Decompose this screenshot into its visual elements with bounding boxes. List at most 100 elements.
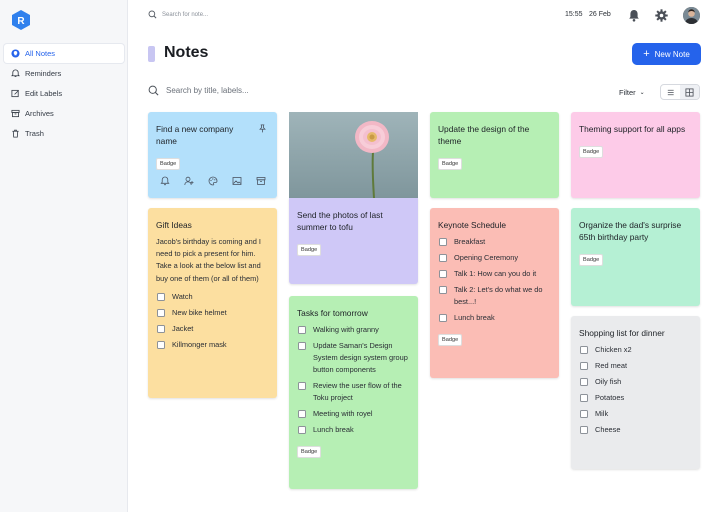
checklist-item[interactable]: Watch <box>156 291 269 303</box>
checklist-item[interactable]: Cheese <box>579 424 692 436</box>
reminder-bell-icon[interactable] <box>160 176 170 186</box>
checklist-item-label: Meeting with royel <box>313 409 373 418</box>
sidebar-item-label: Trash <box>25 129 44 138</box>
checkbox[interactable] <box>580 426 588 434</box>
checklist-item[interactable]: Chicken x2 <box>579 344 692 356</box>
top-search-input[interactable]: Search for note... <box>162 12 208 18</box>
bell-icon <box>10 69 20 79</box>
checklist-item-label: Watch <box>172 291 193 301</box>
checkbox[interactable] <box>157 308 165 317</box>
checkbox[interactable] <box>298 382 306 390</box>
note-title: Shopping list for dinner <box>579 328 665 338</box>
pin-icon[interactable] <box>258 124 267 133</box>
checkbox[interactable] <box>439 238 447 246</box>
sidebar: R All Notes Reminders Edit Labels Archiv… <box>0 0 128 512</box>
archive-icon[interactable] <box>256 176 266 186</box>
plus-icon: + <box>643 47 650 60</box>
title-accent-bar <box>148 46 155 62</box>
checklist-item[interactable]: Update Saman's Design System design syst… <box>297 340 410 376</box>
note-card[interactable]: Theming support for all apps Badge <box>571 112 700 198</box>
checkbox[interactable] <box>157 292 165 301</box>
checklist-item-label: Red meat <box>595 361 628 370</box>
top-search[interactable]: Search for note... <box>148 10 208 19</box>
checklist-item[interactable]: Lunch break <box>438 312 551 324</box>
checkbox[interactable] <box>580 410 588 418</box>
note-card[interactable]: Tasks for tomorrow Walking with granny U… <box>289 296 418 489</box>
new-note-button[interactable]: + New Note <box>632 43 701 65</box>
checklist-item[interactable]: Red meat <box>579 360 692 372</box>
checkbox[interactable] <box>580 362 588 370</box>
checkbox[interactable] <box>439 254 447 262</box>
app-logo-icon[interactable]: R <box>10 9 32 31</box>
checklist-item[interactable]: Potatoes <box>579 392 692 404</box>
checklist-item-label: Chicken x2 <box>595 345 632 354</box>
sidebar-item-label: Reminders <box>25 69 62 78</box>
checkbox[interactable] <box>157 324 165 333</box>
checkbox[interactable] <box>298 326 306 334</box>
notes-search[interactable]: Search by title, labels... <box>148 85 249 96</box>
checkbox[interactable] <box>580 378 588 386</box>
notes-search-input[interactable]: Search by title, labels... <box>166 86 249 95</box>
note-card[interactable]: Shopping list for dinner Chicken x2 Red … <box>571 316 700 469</box>
note-title: Tasks for tomorrow <box>297 308 368 318</box>
note-card[interactable]: Find a new company name Badge <box>148 112 277 198</box>
sidebar-item-all-notes[interactable]: All Notes <box>4 44 124 63</box>
grid-icon <box>685 87 694 97</box>
note-card[interactable]: Update the design of the theme Badge <box>430 112 559 198</box>
checkbox[interactable] <box>157 340 165 349</box>
note-card[interactable]: Keynote Schedule Breakfast Opening Cerem… <box>430 208 559 378</box>
filter-dropdown[interactable]: Filter ⌄ <box>619 88 645 97</box>
note-title: Organize the dad's surprise 65th birthda… <box>579 220 682 242</box>
checklist-item[interactable]: Breakfast <box>438 236 551 248</box>
checklist-item-label: Cheese <box>595 425 621 434</box>
note-card[interactable]: Organize the dad's surprise 65th birthda… <box>571 208 700 306</box>
note-card[interactable]: Send the photos of last summer to tofu B… <box>289 198 418 284</box>
sidebar-item-trash[interactable]: Trash <box>4 124 124 143</box>
checklist-item[interactable]: Talk 2: Let's do what we do best...! <box>438 284 551 308</box>
checklist-item[interactable]: Jacket <box>156 323 269 335</box>
checkbox[interactable] <box>580 346 588 354</box>
note-image <box>289 112 418 198</box>
checklist-item[interactable]: Review the user flow of the Toku project <box>297 380 410 404</box>
chevron-down-icon: ⌄ <box>639 90 645 96</box>
checklist-item[interactable]: Talk 1: How can you do it <box>438 268 551 280</box>
checklist-item[interactable]: Milk <box>579 408 692 420</box>
checklist-item[interactable]: Lunch break <box>297 424 410 436</box>
checkbox[interactable] <box>439 270 447 278</box>
palette-icon[interactable] <box>208 176 218 186</box>
checkbox[interactable] <box>580 394 588 402</box>
checklist-item[interactable]: Killmonger mask <box>156 339 269 351</box>
checkbox[interactable] <box>298 426 306 434</box>
image-icon[interactable] <box>232 176 242 186</box>
notifications-bell-icon[interactable] <box>628 9 640 22</box>
checklist-item-label: Opening Ceremony <box>454 253 519 262</box>
checkbox[interactable] <box>439 314 447 322</box>
checklist-item-label: Review the user flow of the Toku project <box>313 381 402 402</box>
checklist-item-label: Lunch break <box>454 313 495 322</box>
checkbox[interactable] <box>298 410 306 418</box>
checkbox[interactable] <box>439 286 447 294</box>
collaborator-icon[interactable] <box>184 176 194 186</box>
sidebar-item-archives[interactable]: Archives <box>4 104 124 123</box>
checklist-item[interactable]: Opening Ceremony <box>438 252 551 264</box>
checklist-item[interactable]: Walking with granny <box>297 324 410 336</box>
note-toolbar <box>160 176 277 186</box>
user-avatar[interactable] <box>683 7 700 24</box>
note-title: Send the photos of last summer to tofu <box>297 210 383 232</box>
note-card[interactable]: Gift Ideas Jacob's birthday is coming an… <box>148 208 277 398</box>
checklist-item[interactable]: New bike helmet <box>156 307 269 319</box>
checkbox[interactable] <box>298 342 306 350</box>
list-view-button[interactable] <box>661 85 680 99</box>
new-note-label: New Note <box>654 49 690 59</box>
sidebar-item-label: All Notes <box>25 49 56 58</box>
note-badge: Badge <box>297 446 322 458</box>
checklist-item[interactable]: Oily fish <box>579 376 692 388</box>
sidebar-item-edit-labels[interactable]: Edit Labels <box>4 84 124 103</box>
checklist-item[interactable]: Meeting with royel <box>297 408 410 420</box>
grid-view-button[interactable] <box>680 85 699 99</box>
sidebar-item-label: Edit Labels <box>25 89 63 98</box>
settings-gear-icon[interactable] <box>655 9 668 22</box>
note-badge: Badge <box>438 158 463 170</box>
sidebar-item-reminders[interactable]: Reminders <box>4 64 124 83</box>
note-title: Gift Ideas <box>156 220 192 230</box>
